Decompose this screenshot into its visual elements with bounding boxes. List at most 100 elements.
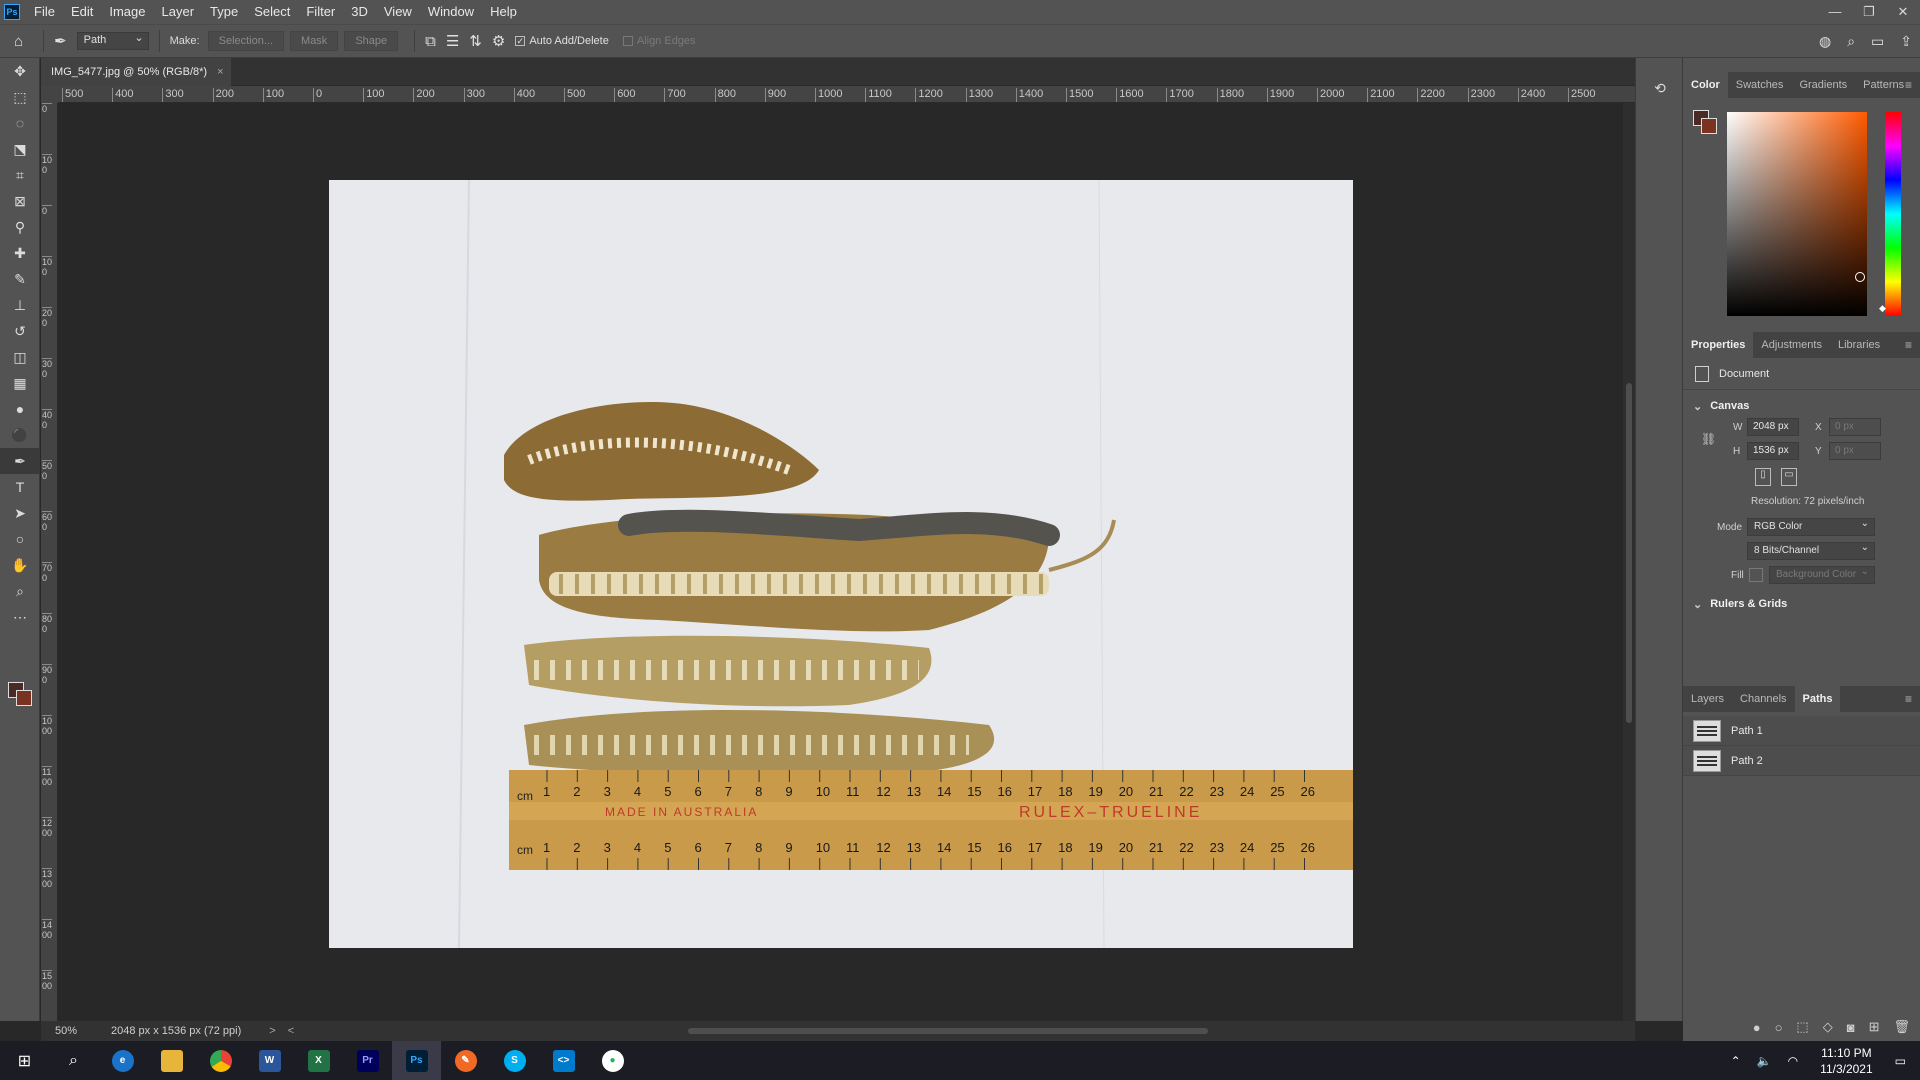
delete-path-icon[interactable]: 🗑	[1893, 1019, 1910, 1035]
hand-tool-icon[interactable]: ✋	[0, 552, 40, 578]
stroke-path-icon[interactable]: ○	[1775, 1020, 1783, 1035]
make-mask-button[interactable]: Mask	[290, 31, 339, 51]
menu-layer[interactable]: Layer	[154, 0, 203, 24]
menu-image[interactable]: Image	[101, 0, 153, 24]
close-icon[interactable]: ✕	[1886, 4, 1920, 20]
color-picker-marker[interactable]	[1855, 272, 1865, 282]
blur-tool-icon[interactable]: ●	[0, 396, 40, 422]
tab-layers[interactable]: Layers	[1683, 686, 1732, 712]
menu-window[interactable]: Window	[420, 0, 482, 24]
tool-mode-select[interactable]: Path	[76, 31, 149, 50]
menu-3d[interactable]: 3D	[343, 0, 376, 24]
vertical-ruler[interactable]: 0 100 0 100 200 300 400 500 600 700 800 900 1000 1100…	[41, 103, 58, 1023]
notifications-icon[interactable]: ▭	[1895, 1054, 1906, 1068]
tab-patterns[interactable]: Patterns	[1855, 72, 1912, 98]
menu-file[interactable]: File	[26, 0, 63, 24]
history-brush-tool-icon[interactable]: ↺	[0, 318, 40, 344]
word-icon[interactable]: W	[245, 1041, 294, 1080]
crop-tool-icon[interactable]: ⌗	[0, 162, 40, 188]
panel-menu-icon[interactable]: ≡	[1905, 72, 1912, 98]
menu-help[interactable]: Help	[482, 0, 525, 24]
menu-view[interactable]: View	[376, 0, 420, 24]
link-icon[interactable]: ⛓	[1701, 432, 1716, 446]
zoom-level[interactable]: 50%	[41, 1025, 97, 1037]
dodge-tool-icon[interactable]: ⚫	[0, 422, 40, 448]
history-panel-icon[interactable]: ⟲	[1650, 80, 1670, 98]
fill-swatch[interactable]	[1749, 568, 1763, 582]
pen-tool-preset-icon[interactable]: ✒	[54, 32, 67, 50]
path-selection-tool-icon[interactable]: ➤	[0, 500, 40, 526]
tab-channels[interactable]: Channels	[1732, 686, 1794, 712]
path-alignment-icon[interactable]: ☰	[446, 32, 459, 50]
scroll-thumb[interactable]	[1626, 383, 1632, 723]
path-operations-icon[interactable]: ⧉	[425, 33, 436, 50]
spotify-like-app-icon[interactable]: ●	[588, 1041, 637, 1080]
menu-edit[interactable]: Edit	[63, 0, 101, 24]
clock[interactable]: 11:10 PM 11/3/2021	[1820, 1045, 1873, 1077]
tab-paths[interactable]: Paths	[1794, 686, 1841, 712]
status-menu-arrow-icon[interactable]: >	[269, 1025, 275, 1037]
ellipse-tool-icon[interactable]: ○	[0, 526, 40, 552]
vscode-icon[interactable]: <>	[539, 1041, 588, 1080]
path-row-2[interactable]: Path 2	[1683, 746, 1920, 776]
object-selection-tool-icon[interactable]: ⬔	[0, 136, 40, 162]
horizontal-scrollbar[interactable]	[300, 1025, 1620, 1037]
wifi-icon[interactable]: ◠	[1788, 1054, 1798, 1068]
color-field[interactable]	[1727, 112, 1867, 316]
share-profile-icon[interactable]: ◍	[1819, 33, 1831, 50]
fill-path-icon[interactable]: ●	[1753, 1020, 1761, 1035]
move-tool-icon[interactable]: ✥	[0, 58, 40, 84]
tab-libraries[interactable]: Libraries	[1830, 332, 1888, 358]
gradient-tool-icon[interactable]: ▦	[0, 370, 40, 396]
load-selection-icon[interactable]: ⬚	[1796, 1019, 1808, 1035]
tray-overflow-icon[interactable]: ⌃	[1731, 1054, 1741, 1068]
mode-select[interactable]: RGB Color	[1747, 518, 1875, 536]
make-shape-button[interactable]: Shape	[344, 31, 399, 51]
background-color-swatch[interactable]	[1701, 118, 1717, 134]
rulers-grids-section-header[interactable]: ⌄ Rulers & Grids	[1683, 592, 1787, 616]
menu-filter[interactable]: Filter	[298, 0, 343, 24]
path-row-1[interactable]: Path 1	[1683, 716, 1920, 746]
volume-icon[interactable]: 🔈	[1757, 1054, 1772, 1068]
canvas-section-header[interactable]: ⌄ Canvas	[1683, 394, 1920, 418]
restore-icon[interactable]: ❐	[1852, 4, 1886, 20]
panel-menu-icon[interactable]: ≡	[1905, 686, 1912, 712]
auto-add-delete-checkbox[interactable]: ✓ Auto Add/Delete	[515, 35, 609, 47]
healing-brush-tool-icon[interactable]: ✚	[0, 240, 40, 266]
make-work-path-icon[interactable]: ◇	[1823, 1019, 1833, 1035]
eraser-tool-icon[interactable]: ◫	[0, 344, 40, 370]
scroll-left-icon[interactable]: <	[288, 1025, 294, 1037]
document-image[interactable]: cm cm MADE IN AUSTRALIA RULEX–TRUELINE 1…	[329, 180, 1353, 948]
tab-color[interactable]: Color	[1683, 72, 1728, 98]
zoom-tool-icon[interactable]: ⌕	[0, 578, 40, 604]
vertical-scrollbar[interactable]	[1623, 103, 1635, 1021]
edge-browser-icon[interactable]: e	[98, 1041, 147, 1080]
clone-stamp-tool-icon[interactable]: ⊥	[0, 292, 40, 318]
tab-properties[interactable]: Properties	[1683, 332, 1754, 358]
tab-swatches[interactable]: Swatches	[1728, 72, 1792, 98]
align-edges-checkbox[interactable]: Align Edges	[622, 35, 696, 47]
paint-app-icon[interactable]: ✎	[441, 1041, 490, 1080]
type-tool-icon[interactable]: T	[0, 474, 40, 500]
excel-icon[interactable]: X	[294, 1041, 343, 1080]
gear-icon[interactable]: ⚙	[492, 32, 505, 50]
tab-gradients[interactable]: Gradients	[1791, 72, 1855, 98]
panel-menu-icon[interactable]: ≡	[1905, 332, 1912, 358]
workspace-icon[interactable]: ▭	[1871, 33, 1884, 50]
premiere-icon[interactable]: Pr	[343, 1041, 392, 1080]
lasso-tool-icon[interactable]: ◌	[0, 110, 40, 136]
close-tab-icon[interactable]: ×	[217, 66, 223, 78]
hue-slider-marker-icon[interactable]: ◆	[1879, 303, 1886, 314]
new-path-icon[interactable]: ⊞	[1869, 1019, 1880, 1035]
photoshop-taskbar-icon[interactable]: Ps	[392, 1041, 441, 1080]
background-color-swatch[interactable]	[16, 690, 32, 706]
search-icon[interactable]: ⌕	[49, 1041, 98, 1080]
home-icon[interactable]: ⌂	[14, 33, 23, 50]
chrome-icon[interactable]	[196, 1041, 245, 1080]
landscape-orientation-icon[interactable]: ▭	[1781, 468, 1797, 486]
frame-tool-icon[interactable]: ⊠	[0, 188, 40, 214]
skype-icon[interactable]: S	[490, 1041, 539, 1080]
add-mask-icon[interactable]: ◙	[1847, 1020, 1855, 1035]
portrait-orientation-icon[interactable]: ▯	[1755, 468, 1771, 486]
minimize-icon[interactable]: —	[1818, 4, 1852, 20]
